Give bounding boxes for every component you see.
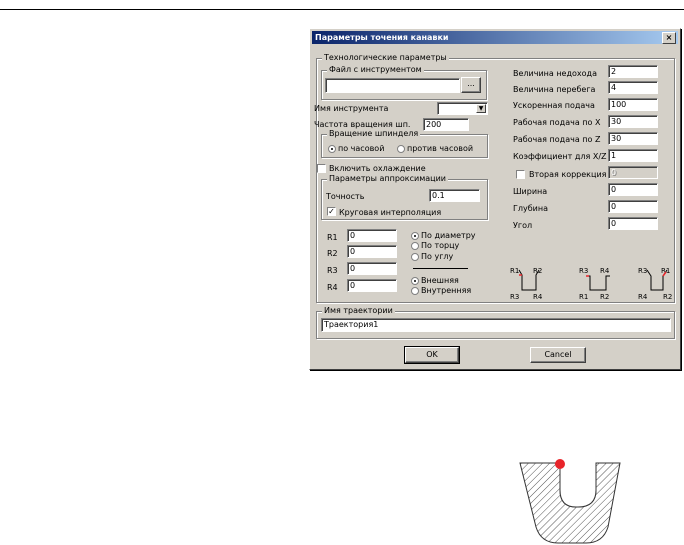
scheme-2-icon[interactable]: R3 R4 R1 R2 <box>578 266 618 300</box>
ok-button[interactable]: OK <box>404 346 460 364</box>
coef-input[interactable]: 1 <box>608 149 658 162</box>
r1-label: R1 <box>327 233 338 242</box>
rotation-cw-radio[interactable] <box>328 145 336 153</box>
scheme-3-br: R2 <box>663 293 672 300</box>
r2-input[interactable]: 0 <box>347 245 397 258</box>
feed-z-input[interactable]: 30 <box>608 132 658 145</box>
circular-interp-checkbox[interactable]: ✓ <box>327 207 336 216</box>
width-input[interactable]: 0 <box>608 183 658 196</box>
overrun-label: Величина перебега <box>513 85 596 94</box>
undercut-input[interactable]: 2 <box>608 65 658 78</box>
page-top-rule <box>0 9 684 10</box>
outer-radio[interactable] <box>411 277 419 285</box>
by-face-radio[interactable] <box>411 242 419 250</box>
tool-file-input[interactable] <box>325 78 460 93</box>
scheme-2-tl: R3 <box>579 267 588 275</box>
scheme-3-bl: R4 <box>638 293 648 300</box>
accuracy-input[interactable]: 0.1 <box>429 189 480 202</box>
scheme-3-icon[interactable]: R3 R1 R4 R2 <box>637 266 677 300</box>
position-separator <box>413 268 468 269</box>
circular-interp-label: Круговая интерполяция <box>339 208 442 217</box>
second-corr-label: Вторая коррекция <box>529 170 607 179</box>
coef-label: Коэффициент для X/Z <box>513 152 607 161</box>
r3-input[interactable]: 0 <box>347 262 397 275</box>
outer-label: Внешняя <box>421 276 459 285</box>
angle-input[interactable]: 0 <box>608 217 658 230</box>
browse-button[interactable]: ... <box>461 77 481 93</box>
inner-label: Внутренняя <box>421 286 472 295</box>
groove-illustration <box>519 459 621 544</box>
scheme-2-tr: R4 <box>600 267 610 275</box>
scheme-2-profile <box>586 275 610 291</box>
undercut-label: Величина недохода <box>513 69 597 78</box>
scheme-1-tr: R2 <box>533 267 542 275</box>
depth-label: Глубина <box>513 204 548 213</box>
r3-label: R3 <box>327 266 338 275</box>
scheme-2-br: R2 <box>600 293 609 300</box>
tech-params-group-label: Технологические параметры <box>322 53 449 63</box>
groove-inner-edge <box>559 463 597 508</box>
rapid-feed-label: Ускоренная подача <box>513 101 595 110</box>
dialog-title: Параметры точения канавки <box>315 33 449 42</box>
chevron-down-icon[interactable]: ▼ <box>476 104 486 113</box>
cooling-checkbox[interactable] <box>317 164 326 173</box>
scheme-3-tr: R1 <box>661 267 670 275</box>
angle-label: Угол <box>513 221 533 230</box>
r2-label: R2 <box>327 249 338 258</box>
groove-turning-dialog: Параметры точения канавки × Технологичес… <box>309 28 681 370</box>
trajectory-group-label: Имя траектории <box>322 306 395 316</box>
tool-name-combo[interactable]: ▼ <box>437 102 488 115</box>
spindle-rotation-group-label: Вращение шпинделя <box>327 129 421 139</box>
feed-z-label: Рабочая подача по Z <box>513 135 601 144</box>
by-diameter-radio[interactable] <box>411 232 419 240</box>
trajectory-name-input[interactable]: Траектория1 <box>321 318 671 332</box>
scheme-1-tl: R1 <box>510 267 519 275</box>
rotation-ccw-label: против часовой <box>407 144 474 153</box>
feed-x-input[interactable]: 30 <box>608 115 658 128</box>
rotation-cw-label: по часовой <box>338 144 385 153</box>
scheme-1-icon[interactable]: R1 R2 R3 R4 <box>509 266 549 300</box>
rapid-feed-input[interactable]: 100 <box>608 98 658 111</box>
by-face-label: По торцу <box>421 241 460 250</box>
start-point-marker <box>555 459 565 469</box>
r4-input[interactable]: 0 <box>347 279 397 292</box>
close-icon[interactable]: × <box>662 32 676 44</box>
by-diameter-label: По диаметру <box>421 231 476 240</box>
overrun-input[interactable]: 4 <box>608 81 658 94</box>
inner-radio[interactable] <box>411 287 419 295</box>
cancel-button[interactable]: Cancel <box>530 347 586 363</box>
by-angle-label: По углу <box>421 252 454 261</box>
scheme-1-bl: R3 <box>510 293 519 300</box>
rotation-ccw-radio[interactable] <box>397 145 405 153</box>
depth-input[interactable]: 0 <box>608 200 658 213</box>
dialog-titlebar[interactable]: Параметры точения канавки × <box>312 31 678 44</box>
second-corr-input: 0 <box>608 166 658 179</box>
spindle-speed-input[interactable]: 200 <box>423 118 469 131</box>
scheme-1-br: R4 <box>533 293 543 300</box>
feed-x-label: Рабочая подача по X <box>513 118 601 127</box>
tool-file-group-label: Файл с инструментом <box>327 65 424 75</box>
r1-input[interactable]: 0 <box>347 229 397 242</box>
second-corr-checkbox[interactable] <box>516 170 525 179</box>
cooling-label: Включить охлаждение <box>329 164 426 173</box>
width-label: Ширина <box>513 187 548 196</box>
approx-group-label: Параметры аппроксимации <box>327 174 448 184</box>
tool-name-label: Имя инструмента <box>314 104 389 113</box>
accuracy-label: Точность <box>326 192 365 201</box>
r4-label: R4 <box>327 283 338 292</box>
scheme-3-tl: R3 <box>638 267 647 275</box>
by-angle-radio[interactable] <box>411 253 419 261</box>
scheme-2-bl: R1 <box>579 293 588 300</box>
